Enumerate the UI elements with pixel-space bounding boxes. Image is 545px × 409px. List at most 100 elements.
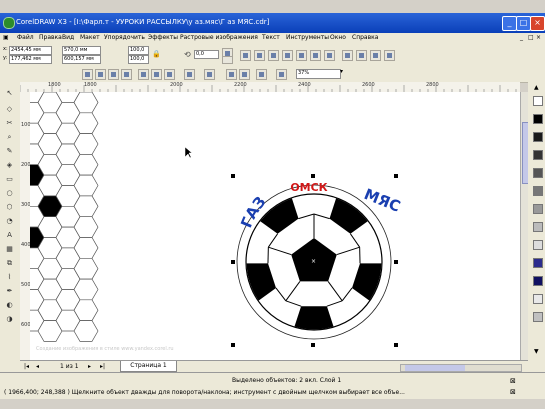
- group-button[interactable]: [342, 50, 353, 61]
- color-swatch[interactable]: [533, 276, 543, 286]
- lock-ratio-icon[interactable]: 🔒: [152, 50, 161, 58]
- launcher-button[interactable]: [256, 69, 267, 80]
- color-swatch[interactable]: [533, 186, 543, 196]
- handle-ml[interactable]: [231, 260, 235, 264]
- smart-fill-tool-icon[interactable]: ◈: [4, 160, 15, 170]
- x-position-field[interactable]: 2454,45 мм: [9, 46, 52, 55]
- color-swatch[interactable]: [533, 96, 543, 106]
- scale-height-field[interactable]: 100,0: [128, 55, 149, 64]
- color-swatch[interactable]: [533, 168, 543, 178]
- drawing-canvas[interactable]: ГАЗ ОМСК МЯС × Создание изображения в ст…: [30, 92, 520, 360]
- minimize-button[interactable]: _: [502, 16, 517, 31]
- freehand-tool-icon[interactable]: ✎: [4, 146, 15, 156]
- color-swatch[interactable]: [533, 312, 543, 322]
- handle-tr[interactable]: [394, 174, 398, 178]
- new-button[interactable]: [82, 69, 93, 80]
- angle-field[interactable]: 0,0: [194, 50, 219, 59]
- align-button[interactable]: [240, 50, 251, 61]
- open-button[interactable]: [95, 69, 106, 80]
- menu-text[interactable]: Текст: [262, 34, 280, 41]
- scale-width-field[interactable]: 100,0: [128, 46, 149, 55]
- paste-button[interactable]: [164, 69, 175, 80]
- outline-tool-icon[interactable]: ✒: [4, 286, 15, 296]
- color-swatch[interactable]: [533, 114, 543, 124]
- interactive-fill-tool-icon[interactable]: ◑: [4, 314, 15, 324]
- handle-tl[interactable]: [231, 174, 235, 178]
- save-button[interactable]: [108, 69, 119, 80]
- rectangle-tool-icon[interactable]: ▭: [4, 174, 15, 184]
- prev-page-icon[interactable]: ◂: [36, 363, 39, 370]
- title-bar[interactable]: CorelDRAW X3 - [I:\Фарл.т - УУРОКИ РАССЫ…: [0, 13, 545, 33]
- handle-mr[interactable]: [394, 260, 398, 264]
- horizontal-scrollbar[interactable]: [400, 364, 522, 372]
- export-button[interactable]: [239, 69, 250, 80]
- weld-button[interactable]: [254, 50, 265, 61]
- import-button[interactable]: [226, 69, 237, 80]
- pick-tool-icon[interactable]: ↖: [4, 88, 15, 98]
- blend-tool-icon[interactable]: ⧉: [4, 258, 15, 268]
- menu-file-icon[interactable]: ▣: [3, 34, 9, 41]
- copy-button[interactable]: [151, 69, 162, 80]
- menu-layout[interactable]: Макет: [80, 34, 100, 41]
- simplify-button[interactable]: [296, 50, 307, 61]
- menu-arrange[interactable]: Упорядочить: [104, 34, 145, 41]
- page-tab[interactable]: Страница 1: [120, 361, 177, 372]
- outline-indicator-icon[interactable]: ⊠: [510, 388, 516, 396]
- mdi-close-icon[interactable]: ×: [536, 34, 541, 41]
- first-page-icon[interactable]: |◂: [24, 363, 29, 370]
- menu-view[interactable]: Вид: [62, 34, 74, 41]
- undo-button[interactable]: [184, 69, 195, 80]
- handle-br[interactable]: [394, 343, 398, 347]
- menu-effects[interactable]: Эффекты: [148, 34, 178, 41]
- crop-tool-icon[interactable]: ✂: [4, 118, 15, 128]
- height-field[interactable]: 600,157 мм: [62, 55, 101, 64]
- menu-file[interactable]: Файл: [17, 34, 34, 41]
- color-swatch[interactable]: [533, 240, 543, 250]
- basic-shapes-tool-icon[interactable]: ◔: [4, 216, 15, 226]
- mirror-v-button[interactable]: [222, 56, 233, 64]
- color-swatch[interactable]: [533, 294, 543, 304]
- combine-button[interactable]: [370, 50, 381, 61]
- cut-button[interactable]: [138, 69, 149, 80]
- table-tool-icon[interactable]: ▦: [4, 244, 15, 254]
- menu-edit[interactable]: Правка: [39, 34, 62, 41]
- fill-indicator-icon[interactable]: ⊠: [510, 377, 516, 385]
- zoom-level-select[interactable]: 37%: [296, 69, 341, 79]
- y-position-field[interactable]: 177,462 мм: [9, 55, 52, 64]
- width-field[interactable]: 570,0 мм: [62, 46, 101, 55]
- close-button[interactable]: ×: [530, 16, 545, 31]
- back-minus-front-button[interactable]: [324, 50, 335, 61]
- menu-help[interactable]: Справка: [352, 34, 378, 41]
- mdi-restore-icon[interactable]: □: [528, 34, 534, 41]
- menu-window[interactable]: Окно: [330, 34, 346, 41]
- break-apart-button[interactable]: [384, 50, 395, 61]
- menu-tools[interactable]: Инструменты: [286, 34, 329, 41]
- zoom-dropdown-chevron-icon[interactable]: ▾: [340, 68, 343, 75]
- handle-bc[interactable]: [311, 343, 315, 347]
- front-minus-back-button[interactable]: [310, 50, 321, 61]
- polygon-tool-icon[interactable]: ⬡: [4, 202, 15, 212]
- handle-tc[interactable]: [311, 174, 315, 178]
- palette-up-icon[interactable]: ▲: [534, 84, 539, 91]
- ellipse-tool-icon[interactable]: ○: [4, 188, 15, 198]
- next-page-icon[interactable]: ▸: [88, 363, 91, 370]
- color-swatch[interactable]: [533, 132, 543, 142]
- color-swatch[interactable]: [533, 258, 543, 268]
- mdi-minimize-icon[interactable]: _: [520, 34, 523, 41]
- color-swatch[interactable]: [533, 150, 543, 160]
- color-swatch[interactable]: [533, 222, 543, 232]
- shape-tool-icon[interactable]: ◇: [4, 104, 15, 114]
- hexagon-pattern[interactable]: [30, 92, 99, 342]
- last-page-icon[interactable]: ▸|: [100, 363, 105, 370]
- corel-online-button[interactable]: [276, 69, 287, 80]
- text-tool-icon[interactable]: A: [4, 230, 15, 240]
- eyedropper-tool-icon[interactable]: ⌇: [4, 272, 15, 282]
- menu-bitmaps[interactable]: Растровые изображения: [180, 34, 258, 41]
- ungroup-button[interactable]: [356, 50, 367, 61]
- maximize-button[interactable]: □: [516, 16, 531, 31]
- redo-button[interactable]: [204, 69, 215, 80]
- trim-button[interactable]: [268, 50, 279, 61]
- color-swatch[interactable]: [533, 204, 543, 214]
- palette-down-icon[interactable]: ▼: [534, 348, 539, 355]
- zoom-tool-icon[interactable]: ⌕: [4, 132, 15, 142]
